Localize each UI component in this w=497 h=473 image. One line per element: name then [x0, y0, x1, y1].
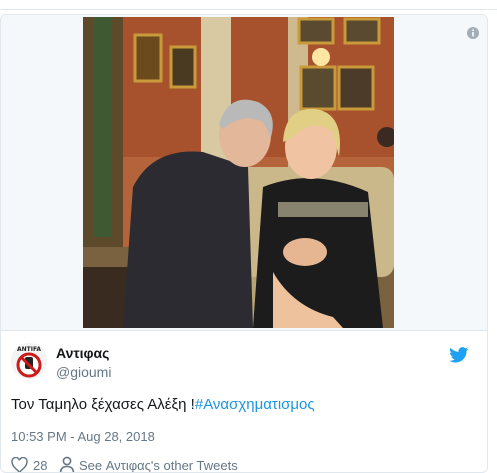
- tweet-media[interactable]: [1, 15, 487, 330]
- previous-card-edge: [0, 0, 497, 10]
- author-handle[interactable]: @gioumi: [56, 364, 111, 380]
- heart-icon[interactable]: [11, 456, 28, 472]
- other-tweets-link[interactable]: See Αντιφας's other Tweets: [79, 458, 238, 472]
- like-count[interactable]: 28: [33, 458, 47, 472]
- author-name[interactable]: Αντιφας: [56, 345, 109, 361]
- info-icon[interactable]: [467, 26, 479, 44]
- tweet-timestamp[interactable]: 10:53 PM - Aug 28, 2018: [11, 429, 155, 444]
- tweet-text-plain: Τον Ταμηλο ξέχασες Αλέξη !: [11, 396, 195, 413]
- tweet-text: Τον Ταμηλο ξέχασες Αλέξη !#Ανασχηματισμο…: [11, 396, 315, 413]
- hashtag-link[interactable]: #Ανασχηματισμος: [195, 396, 315, 413]
- embedded-tweet-card[interactable]: ANTIFA Αντιφας @gioumi Τον Ταμηλο ξέχασε…: [0, 14, 488, 473]
- antifa-logo-icon: ANTIFA: [11, 343, 47, 379]
- tweet-author[interactable]: ANTIFA Αντιφας @gioumi: [11, 343, 481, 383]
- twitter-bird-icon[interactable]: [449, 347, 469, 368]
- media-divider: [1, 330, 487, 331]
- tweet-actions: 28 See Αντιφας's other Tweets: [11, 456, 481, 472]
- tweet-photo[interactable]: [83, 17, 394, 328]
- avatar-label: ANTIFA: [17, 346, 41, 353]
- person-icon: [59, 456, 75, 472]
- photo-image: [83, 17, 394, 328]
- avatar[interactable]: ANTIFA: [11, 343, 47, 379]
